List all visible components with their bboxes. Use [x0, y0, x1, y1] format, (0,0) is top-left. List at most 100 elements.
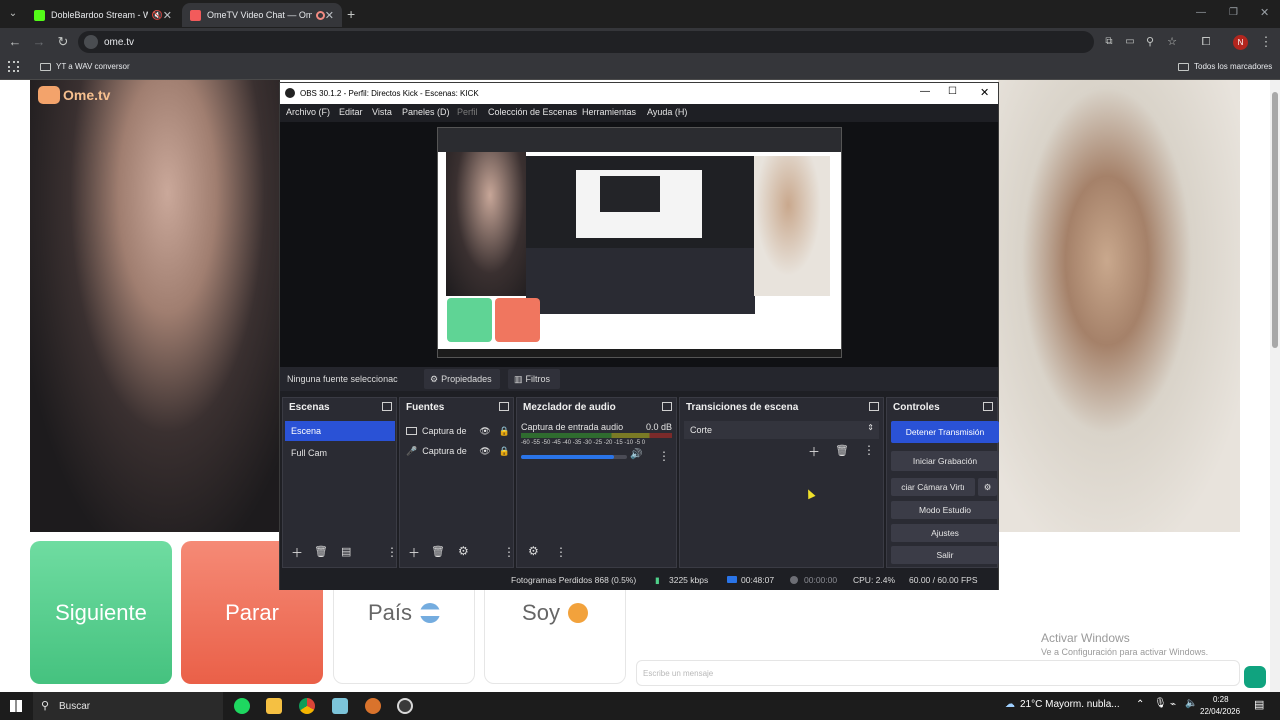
- volume-slider[interactable]: [521, 455, 627, 459]
- mixer-more-icon[interactable]: ⋮: [658, 449, 670, 463]
- speaker-icon[interactable]: 🔊: [630, 449, 642, 460]
- zoom-icon[interactable]: ⚲: [1142, 34, 1158, 50]
- tab-doblebardoo[interactable]: DobleBardoo Stream - Watc 🔇 ✕: [26, 3, 180, 27]
- undock-icon[interactable]: [499, 402, 509, 411]
- obs-minimize-icon[interactable]: —: [920, 86, 930, 97]
- menu-herramientas[interactable]: Herramientas: [582, 107, 636, 117]
- page-scrollbar[interactable]: [1270, 80, 1280, 692]
- scene-filters-icon[interactable]: ▤: [341, 545, 351, 558]
- forward-icon[interactable]: →: [31, 34, 47, 50]
- obs-preview-canvas[interactable]: [280, 122, 998, 367]
- clock-time[interactable]: 0:28: [1213, 695, 1229, 704]
- translate-icon[interactable]: ⧉: [1101, 34, 1117, 50]
- undock-icon[interactable]: [869, 402, 879, 411]
- undock-icon[interactable]: [662, 402, 672, 411]
- mute-icon[interactable]: 🔇: [152, 10, 163, 21]
- menu-vista[interactable]: Vista: [372, 107, 392, 117]
- cast-icon[interactable]: ▭: [1122, 34, 1138, 50]
- url-input[interactable]: ome.tv: [78, 31, 1094, 53]
- mixer-menu-icon[interactable]: ⋮: [555, 545, 567, 559]
- clock-date[interactable]: 22/04/2026: [1200, 707, 1240, 716]
- extensions-icon[interactable]: ⧠: [1198, 34, 1214, 50]
- next-button[interactable]: Siguiente: [30, 541, 172, 684]
- scene-item[interactable]: Escena: [285, 421, 395, 441]
- back-icon[interactable]: ←: [7, 34, 23, 50]
- app-icon[interactable]: [365, 698, 381, 714]
- all-bookmarks[interactable]: Todos los marcadores: [1178, 62, 1272, 71]
- source-more-icon[interactable]: ⋮: [503, 545, 515, 559]
- lock-icon[interactable]: 🔒: [499, 446, 510, 457]
- close-window-icon[interactable]: ✕: [1260, 6, 1269, 19]
- chatgpt-icon[interactable]: [1244, 666, 1266, 688]
- transition-select[interactable]: Corte ⇕: [684, 421, 879, 439]
- notifications-icon[interactable]: ▤: [1254, 698, 1264, 711]
- menu-kebab-icon[interactable]: ⋮: [1258, 34, 1274, 50]
- weather-widget[interactable]: ☁ 21°C Mayorm. nubla...: [1005, 699, 1120, 710]
- chat-input[interactable]: Escribe un mensaje: [636, 660, 1240, 686]
- properties-button[interactable]: ⚙ Propiedades: [424, 369, 500, 389]
- profile-avatar[interactable]: N: [1233, 35, 1248, 50]
- obs-maximize-icon[interactable]: ☐: [948, 86, 957, 97]
- stop-stream-button[interactable]: Detener Transmisión: [891, 421, 999, 443]
- site-info-icon[interactable]: [84, 35, 98, 49]
- undock-icon[interactable]: [382, 402, 392, 411]
- remove-scene-icon[interactable]: 🗑: [314, 545, 328, 558]
- obs-taskbar-icon[interactable]: [397, 698, 413, 714]
- notepad-icon[interactable]: [332, 698, 348, 714]
- start-recording-button[interactable]: Iniciar Grabación: [891, 451, 999, 471]
- filter-icon: ▥: [514, 373, 523, 384]
- reload-icon[interactable]: ↻: [55, 34, 71, 50]
- add-source-icon[interactable]: ＋: [408, 544, 420, 561]
- add-transition-icon[interactable]: ＋: [808, 443, 820, 460]
- studio-mode-button[interactable]: Modo Estudio: [891, 501, 999, 519]
- next-button-label: Siguiente: [55, 599, 147, 625]
- file-explorer-icon[interactable]: [266, 698, 282, 714]
- mixer-settings-icon[interactable]: ⚙: [528, 544, 539, 558]
- bookmark-star-icon[interactable]: ☆: [1164, 34, 1180, 50]
- close-tab-icon[interactable]: ✕: [325, 9, 334, 22]
- tab-search-icon[interactable]: ⌄: [6, 8, 20, 22]
- menu-paneles[interactable]: Paneles (D): [402, 107, 450, 117]
- virtual-camera-button[interactable]: ciar Cámara Virtı: [891, 478, 975, 496]
- menu-ayuda[interactable]: Ayuda (H): [647, 107, 687, 117]
- scene-more-icon[interactable]: ⋮: [386, 545, 398, 559]
- network-icon[interactable]: ⌁: [1170, 699, 1176, 710]
- menu-editar[interactable]: Editar: [339, 107, 363, 117]
- transition-more-icon[interactable]: ⋮: [863, 443, 875, 457]
- source-settings-icon[interactable]: ⚙: [458, 544, 469, 558]
- remove-transition-icon[interactable]: 🗑: [835, 444, 849, 457]
- mic-tray-icon[interactable]: 🎙: [1154, 698, 1167, 709]
- chrome-icon[interactable]: [299, 698, 315, 714]
- menu-perfil[interactable]: Perfil: [457, 107, 478, 117]
- bookmark-item[interactable]: YT a WAV conversor: [40, 62, 130, 71]
- obs-close-icon[interactable]: ✕: [980, 86, 989, 99]
- minimize-window-icon[interactable]: —: [1196, 7, 1206, 18]
- maximize-window-icon[interactable]: ❐: [1229, 7, 1238, 18]
- taskbar-search[interactable]: ⚲ Buscar: [33, 692, 223, 720]
- exit-button[interactable]: Salir: [891, 546, 999, 564]
- filters-button[interactable]: ▥ Filtros: [508, 369, 560, 389]
- visibility-eye-icon[interactable]: 👁: [479, 426, 490, 437]
- lock-icon[interactable]: 🔒: [499, 426, 510, 437]
- scene-item[interactable]: Full Cam: [285, 443, 395, 463]
- tab-ometv[interactable]: OmeTV Video Chat — Ome ✕: [182, 3, 342, 27]
- virtual-camera-settings-button[interactable]: ⚙: [978, 478, 997, 496]
- source-item[interactable]: 🎤 Captura de 👁 🔒: [406, 443, 510, 459]
- bookmarks-bar: YT a WAV conversor Todos los marcadores: [0, 56, 1280, 80]
- windows-start-icon[interactable]: [10, 700, 22, 712]
- settings-button[interactable]: Ajustes: [891, 524, 999, 542]
- source-item[interactable]: Captura de 👁 🔒: [406, 423, 510, 439]
- spotify-icon[interactable]: [234, 698, 250, 714]
- add-scene-icon[interactable]: ＋: [291, 544, 303, 561]
- menu-coleccion[interactable]: Colección de Escenas: [488, 107, 577, 117]
- tray-chevron-icon[interactable]: ⌃: [1136, 699, 1144, 710]
- scrollbar-thumb[interactable]: [1272, 92, 1278, 348]
- undock-icon[interactable]: [983, 402, 993, 411]
- new-tab-button[interactable]: +: [347, 6, 355, 22]
- close-tab-icon[interactable]: ✕: [163, 9, 172, 22]
- remove-source-icon[interactable]: 🗑: [431, 545, 445, 558]
- visibility-eye-icon[interactable]: 👁: [479, 446, 490, 457]
- menu-archivo[interactable]: Archivo (F): [286, 107, 330, 117]
- apps-grid-icon[interactable]: [8, 61, 19, 72]
- volume-tray-icon[interactable]: 🔈: [1185, 698, 1197, 709]
